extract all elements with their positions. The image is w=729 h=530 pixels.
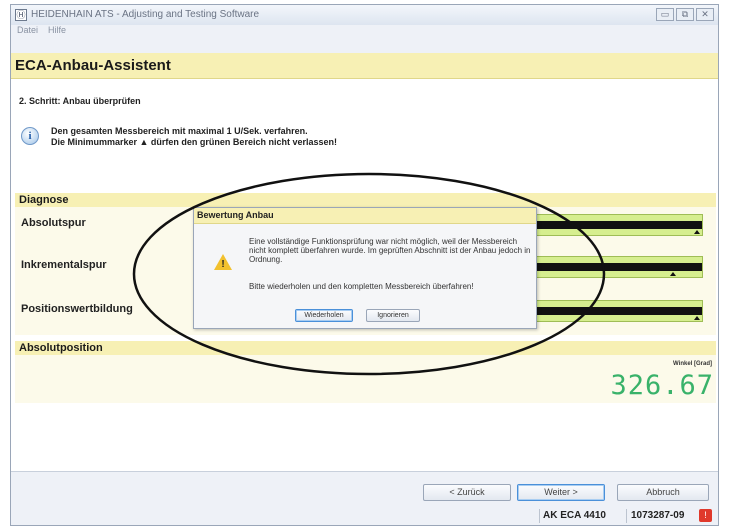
menu-bar: Datei Hilfe	[11, 23, 718, 37]
inkrementalspur-meter	[533, 256, 703, 278]
inkrementalspur-min-marker	[670, 272, 676, 276]
menu-datei[interactable]: Datei	[17, 23, 38, 37]
positionswertbildung-meter	[533, 300, 703, 322]
cancel-button[interactable]: Abbruch	[617, 484, 709, 501]
absolutposition-panel: Winkel [Grad] 326.67	[15, 355, 716, 403]
page-title: ECA-Anbau-Assistent	[15, 57, 171, 74]
info-icon: i	[21, 127, 39, 145]
info-message: Den gesamten Messbereich mit maximal 1 U…	[51, 126, 337, 148]
absolutspur-meter	[533, 214, 703, 236]
info-line-1: Den gesamten Messbereich mit maximal 1 U…	[51, 126, 308, 136]
winkel-unit-label: Winkel [Grad]	[673, 361, 712, 367]
ignore-button[interactable]: Ignorieren	[366, 309, 420, 322]
positionswertbildung-min-marker	[694, 316, 700, 320]
dialog-title-bar: Bewertung Anbau	[194, 208, 536, 224]
connection-status-icon[interactable]: !	[699, 509, 712, 522]
title-bar: Ⓗ HEIDENHAIN ATS - Adjusting and Testing…	[11, 5, 718, 25]
status-separator	[539, 509, 540, 523]
assistant-header: ECA-Anbau-Assistent	[11, 53, 718, 79]
dialog-title: Bewertung Anbau	[197, 210, 274, 220]
bewertung-dialog: Bewertung Anbau ! Eine vollständige Funk…	[193, 207, 537, 329]
maximize-button[interactable]: ⧉	[676, 8, 694, 21]
next-button[interactable]: Weiter >	[517, 484, 605, 501]
footer-bar: < Zurück Weiter > Abbruch AK ECA 4410 10…	[11, 471, 718, 523]
warning-icon-mark: !	[221, 259, 225, 270]
absolutposition-header: Absolutposition	[15, 341, 716, 355]
menu-hilfe[interactable]: Hilfe	[48, 23, 66, 37]
status-serial: 1073287-09	[631, 510, 685, 521]
positionswertbildung-meter-band	[534, 307, 702, 315]
step-title: 2. Schritt: Anbau überprüfen	[19, 96, 141, 106]
status-bar: AK ECA 4410 1073287-09 !	[11, 508, 718, 524]
inkrementalspur-label: Inkrementalspur	[21, 259, 107, 271]
absolutspur-meter-band	[534, 221, 702, 229]
inkrementalspur-meter-band	[534, 263, 702, 271]
absolutspur-label: Absolutspur	[21, 217, 86, 229]
diagnose-title: Diagnose	[19, 194, 69, 206]
dialog-instruction: Bitte wiederholen und den kompletten Mes…	[249, 282, 474, 291]
minimize-button[interactable]: ▭	[656, 8, 674, 21]
close-button[interactable]: ✕	[696, 8, 714, 21]
winkel-value: 326.67	[610, 370, 714, 401]
heidenhain-app-icon: Ⓗ	[15, 9, 27, 21]
positionswertbildung-label: Positionswertbildung	[21, 303, 133, 315]
back-button[interactable]: < Zurück	[423, 484, 511, 501]
absolutspur-min-marker	[694, 230, 700, 234]
status-model: AK ECA 4410	[543, 510, 606, 521]
window-controls: ▭ ⧉ ✕	[656, 8, 714, 21]
retry-button[interactable]: Wiederholen	[295, 309, 353, 322]
status-separator	[626, 509, 627, 523]
dialog-message: Eine vollständige Funktionsprüfung war n…	[249, 237, 531, 264]
info-line-2: Die Minimummarker ▲ dürfen den grünen Be…	[51, 137, 337, 147]
window-title: HEIDENHAIN ATS - Adjusting and Testing S…	[31, 9, 260, 20]
absolutposition-title: Absolutposition	[19, 342, 103, 354]
diagnose-header: Diagnose	[15, 193, 716, 207]
